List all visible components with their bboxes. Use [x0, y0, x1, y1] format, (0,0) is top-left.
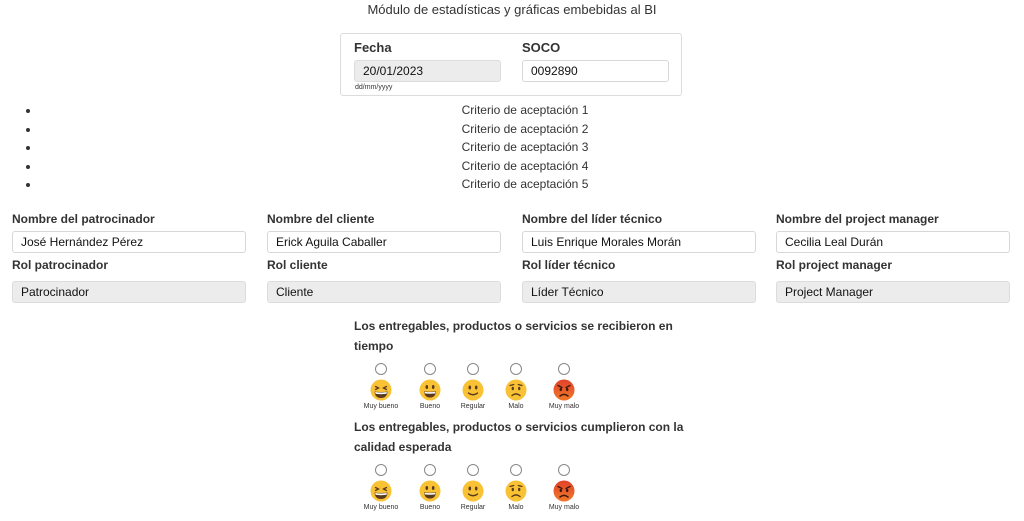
radio-button[interactable]	[558, 464, 570, 476]
list-item: Criterio de aceptación 4	[0, 157, 1024, 176]
pm-role-label: Rol project manager	[776, 258, 893, 272]
client-name-field[interactable]: Erick Aguila Caballer	[267, 231, 501, 253]
worried-face-icon	[505, 480, 527, 502]
tech-lead-name-label: Nombre del líder técnico	[522, 212, 663, 226]
rating-option-muy-malo[interactable]: Muy malo	[534, 464, 594, 511]
list-item: Criterio de aceptación 2	[0, 120, 1024, 139]
tech-lead-column: Nombre del líder técnico Luis Enrique Mo…	[522, 212, 756, 303]
fecha-format-hint: dd/mm/yyyy	[355, 84, 393, 91]
fecha-label: Fecha	[354, 40, 392, 55]
list-item: Criterio de aceptación 1	[0, 101, 1024, 120]
client-role-label: Rol cliente	[267, 258, 328, 272]
rating-option-muy-malo[interactable]: Muy malo	[534, 363, 594, 410]
question-timeliness: Los entregables, productos o servicios s…	[354, 319, 673, 353]
criteria-list: Criterio de aceptación 1 Criterio de ace…	[0, 101, 1024, 194]
fecha-field[interactable]: 20/01/2023	[354, 60, 501, 82]
pm-name-label: Nombre del project manager	[776, 212, 939, 226]
tech-lead-role-field[interactable]: Líder Técnico	[522, 281, 756, 303]
tech-lead-role-label: Rol líder técnico	[522, 258, 616, 272]
sponsor-name-field[interactable]: José Hernández Pérez	[12, 231, 246, 253]
sponsor-role-field[interactable]: Patrocinador	[12, 281, 246, 303]
radio-button[interactable]	[467, 363, 479, 375]
client-name-label: Nombre del cliente	[267, 212, 375, 226]
angry-face-icon	[553, 480, 575, 502]
rating-group-quality: Muy bueno Bueno Regular Malo Muy malo	[0, 464, 1024, 519]
client-role-field[interactable]: Cliente	[267, 281, 501, 303]
sponsor-name-label: Nombre del patrocinador	[12, 212, 155, 226]
pm-role-field[interactable]: Project Manager	[776, 281, 1010, 303]
radio-button[interactable]	[375, 464, 387, 476]
radio-button[interactable]	[558, 363, 570, 375]
radio-button[interactable]	[424, 464, 436, 476]
page-title: Módulo de estadísticas y gráficas embebi…	[367, 2, 657, 17]
slightly-smiling-face-icon	[462, 480, 484, 502]
question-quality: Los entregables, productos o servicios c…	[354, 420, 684, 454]
rating-group-timeliness: Muy bueno Bueno Regular Malo Muy malo	[0, 363, 1024, 418]
soco-field[interactable]: 0092890	[522, 60, 669, 82]
grinning-squint-face-icon	[370, 480, 392, 502]
pm-name-field[interactable]: Cecilia Leal Durán	[776, 231, 1010, 253]
grinning-face-icon	[419, 480, 441, 502]
slightly-smiling-face-icon	[462, 379, 484, 401]
list-item: Criterio de aceptación 3	[0, 138, 1024, 157]
worried-face-icon	[505, 379, 527, 401]
radio-button[interactable]	[510, 464, 522, 476]
radio-button[interactable]	[375, 363, 387, 375]
grinning-squint-face-icon	[370, 379, 392, 401]
angry-face-icon	[553, 379, 575, 401]
project-manager-column: Nombre del project manager Cecilia Leal …	[776, 212, 1010, 303]
radio-button[interactable]	[467, 464, 479, 476]
radio-button[interactable]	[510, 363, 522, 375]
grinning-face-icon	[419, 379, 441, 401]
client-column: Nombre del cliente Erick Aguila Caballer…	[267, 212, 501, 303]
list-item: Criterio de aceptación 5	[0, 175, 1024, 194]
sponsor-column: Nombre del patrocinador José Hernández P…	[12, 212, 246, 303]
soco-label: SOCO	[522, 40, 561, 55]
radio-button[interactable]	[424, 363, 436, 375]
sponsor-role-label: Rol patrocinador	[12, 258, 109, 272]
tech-lead-name-field[interactable]: Luis Enrique Morales Morán	[522, 231, 756, 253]
